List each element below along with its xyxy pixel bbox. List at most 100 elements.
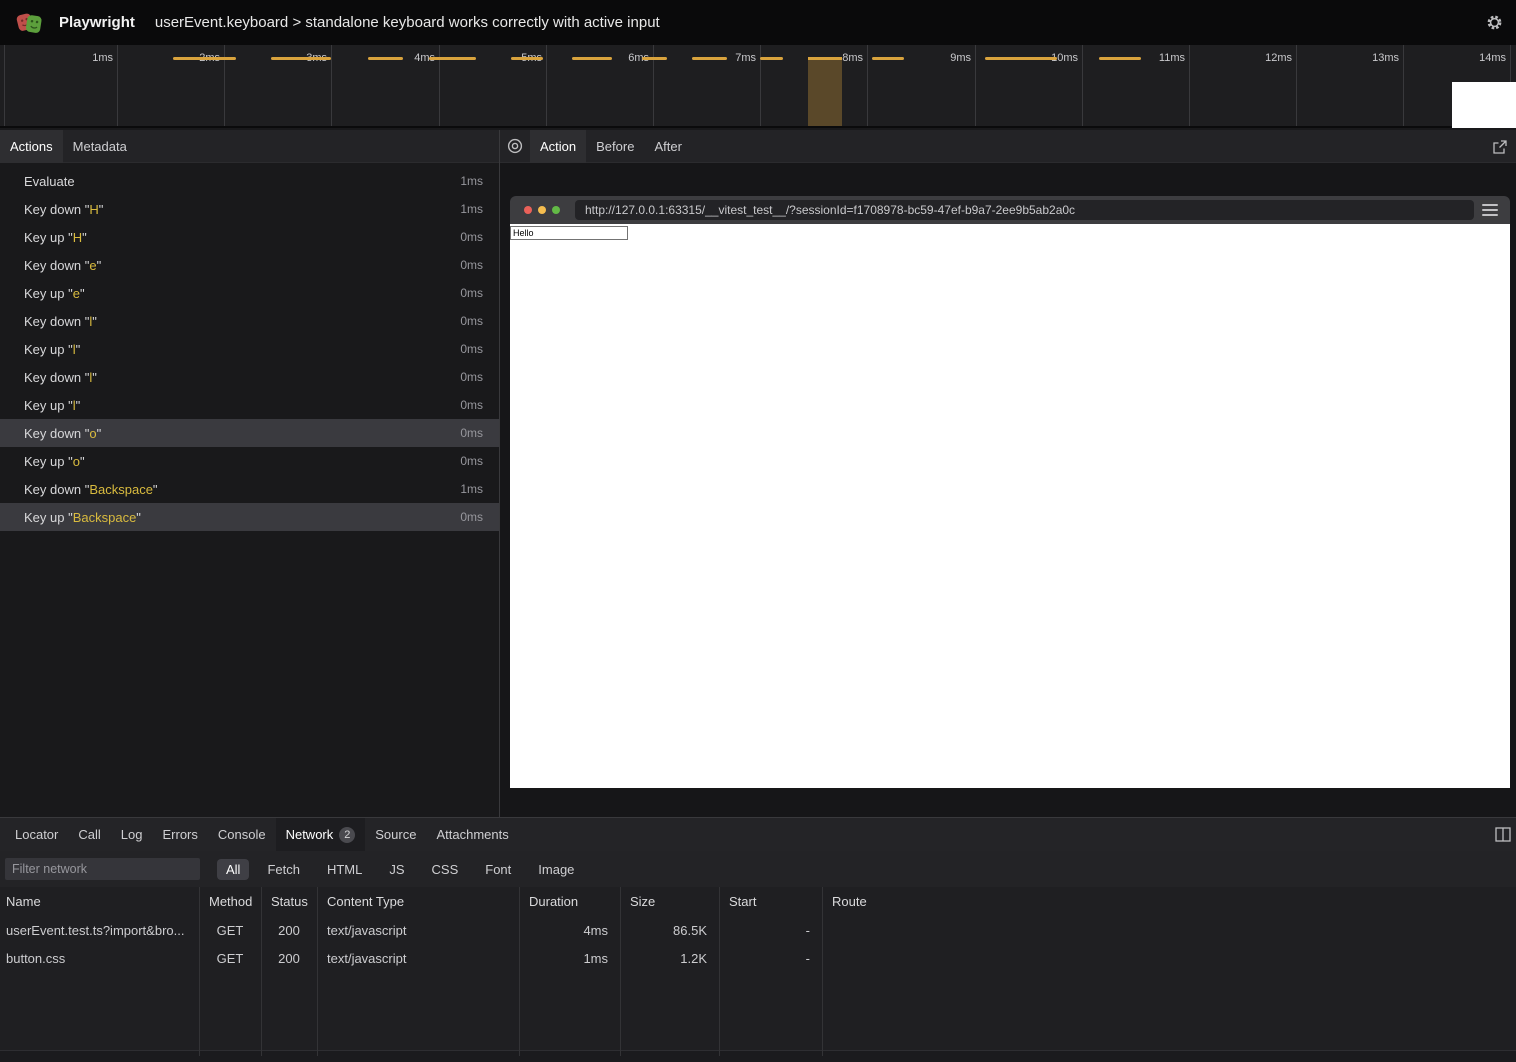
cell-duration: 1ms [519, 944, 620, 972]
action-row[interactable]: Key down "Backspace"1ms [0, 475, 499, 503]
app-header: Playwright userEvent.keyboard > standalo… [0, 0, 1516, 45]
action-text: Key down " [24, 202, 89, 217]
action-row[interactable]: Key down "l"0ms [0, 307, 499, 335]
cell-route [822, 916, 1516, 944]
timeline-action-tick [271, 57, 331, 60]
tab-locator[interactable]: Locator [5, 818, 68, 851]
column-header-name[interactable]: Name [0, 887, 199, 916]
action-row[interactable]: Key up "H"0ms [0, 223, 499, 251]
action-row[interactable]: Key down "o"0ms [0, 419, 499, 447]
tab-console[interactable]: Console [208, 818, 276, 851]
tab-log[interactable]: Log [111, 818, 153, 851]
traffic-light-yellow-icon [538, 206, 546, 214]
column-header-size[interactable]: Size [620, 887, 719, 916]
timeline[interactable]: 1ms2ms3ms4ms5ms6ms7ms8ms9ms10ms11ms12ms1… [0, 45, 1516, 128]
tab-network[interactable]: Network2 [276, 818, 366, 851]
filter-chip-js[interactable]: JS [380, 859, 413, 880]
filter-chip-css[interactable]: CSS [423, 859, 468, 880]
column-border [719, 887, 720, 1056]
column-header-status[interactable]: Status [261, 887, 317, 916]
page-text-input[interactable] [510, 226, 628, 240]
column-header-route[interactable]: Route [822, 887, 1516, 916]
timeline-gridline [1189, 45, 1190, 126]
cell-status: 200 [261, 916, 317, 944]
timeline-label: 12ms [1216, 51, 1292, 65]
cell-status: 200 [261, 944, 317, 972]
filter-chip-all[interactable]: All [217, 859, 249, 880]
column-header-method[interactable]: Method [199, 887, 261, 916]
action-key-text: o [89, 426, 96, 441]
filter-chip-fetch[interactable]: Fetch [258, 859, 309, 880]
action-list: Evaluate1msKey down "H"1msKey up "H"0msK… [0, 163, 499, 531]
address-bar: http://127.0.0.1:63315/__vitest_test__/?… [575, 200, 1474, 220]
timeline-action-tick [173, 57, 236, 60]
action-duration: 0ms [460, 398, 483, 412]
action-row[interactable]: Key down "H"1ms [0, 195, 499, 223]
tab-metadata[interactable]: Metadata [63, 130, 137, 163]
tab-after[interactable]: After [644, 130, 691, 163]
action-text: " [92, 314, 97, 329]
action-duration: 0ms [460, 314, 483, 328]
filter-chip-image[interactable]: Image [529, 859, 583, 880]
action-row[interactable]: Key up "l"0ms [0, 335, 499, 363]
open-external-icon[interactable] [1492, 139, 1508, 155]
action-row[interactable]: Key up "o"0ms [0, 447, 499, 475]
action-duration: 1ms [460, 202, 483, 216]
tab-before[interactable]: Before [586, 130, 644, 163]
network-filter-row: All Fetch HTML JS CSS Font Image [0, 851, 1516, 887]
action-label: Key up "l" [24, 342, 460, 357]
action-row[interactable]: Key up "Backspace"0ms [0, 503, 499, 531]
column-header-start[interactable]: Start [719, 887, 822, 916]
action-row[interactable]: Key down "e"0ms [0, 251, 499, 279]
tab-errors[interactable]: Errors [152, 818, 207, 851]
table-row[interactable]: userEvent.test.ts?import&bro...GET200tex… [0, 916, 1516, 944]
pick-locator-button[interactable] [500, 130, 530, 163]
column-border [519, 887, 520, 1056]
action-row[interactable]: Key up "e"0ms [0, 279, 499, 307]
tab-source[interactable]: Source [365, 818, 426, 851]
cell-method: GET [199, 916, 261, 944]
action-text: Key up " [24, 230, 73, 245]
action-label: Key up "o" [24, 454, 460, 469]
column-header-content-type[interactable]: Content Type [317, 887, 519, 916]
tab-attachments[interactable]: Attachments [426, 818, 518, 851]
timeline-action-tick [692, 57, 727, 60]
action-label: Key down "e" [24, 258, 460, 273]
action-row[interactable]: Key up "l"0ms [0, 391, 499, 419]
column-border [261, 887, 262, 1056]
timeline-action-tick [1099, 57, 1141, 60]
actions-tabbar: ActionsMetadata [0, 130, 499, 163]
action-label: Key down "Backspace" [24, 482, 460, 497]
action-text: Key down " [24, 426, 89, 441]
tab-action[interactable]: Action [530, 130, 586, 163]
tab-call[interactable]: Call [68, 818, 110, 851]
tab-actions[interactable]: Actions [0, 130, 63, 163]
timeline-selection-bar[interactable] [808, 57, 842, 126]
filter-chip-font[interactable]: Font [476, 859, 520, 880]
cell-method: GET [199, 944, 261, 972]
cell-size: 1.2K [620, 944, 719, 972]
network-table-scroll-strip[interactable] [0, 1050, 1516, 1062]
network-filter-input[interactable] [5, 858, 200, 880]
filter-chip-html[interactable]: HTML [318, 859, 371, 880]
split-view-icon[interactable] [1495, 827, 1511, 842]
action-row[interactable]: Key down "l"0ms [0, 363, 499, 391]
timeline-action-tick [642, 57, 667, 60]
cell-duration: 4ms [519, 916, 620, 944]
table-row[interactable]: button.cssGET200text/javascript1ms1.2K- [0, 944, 1516, 972]
tab-label: Locator [15, 827, 58, 842]
action-key-text: Backspace [73, 510, 137, 525]
snapshot-area: http://127.0.0.1:63315/__vitest_test__/?… [500, 163, 1516, 817]
target-icon [507, 138, 523, 154]
action-row[interactable]: Evaluate1ms [0, 167, 499, 195]
playwright-logo-icon [16, 9, 43, 36]
action-text: " [92, 370, 97, 385]
timeline-gridline [1082, 45, 1083, 126]
timeline-film-thumbnail[interactable] [1452, 82, 1516, 128]
settings-gear-icon[interactable] [1485, 13, 1504, 32]
tab-label: Log [121, 827, 143, 842]
column-header-duration[interactable]: Duration [519, 887, 620, 916]
action-key-text: e [89, 258, 96, 273]
action-text: Key down " [24, 370, 89, 385]
action-text: " [99, 202, 104, 217]
